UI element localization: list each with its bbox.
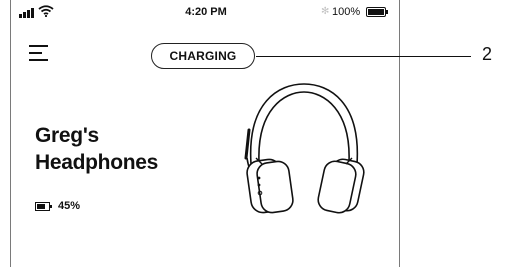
phone-screen: 4:20 PM ✻ 100% CHARGING Greg's Headphone…	[10, 0, 400, 267]
bluetooth-icon: ✻	[321, 6, 330, 17]
device-battery-icon	[35, 201, 52, 211]
charging-status-badge: CHARGING	[151, 43, 255, 69]
status-battery-percent: 100%	[332, 6, 361, 18]
battery-icon	[366, 7, 388, 17]
device-battery-percent: 45%	[58, 200, 81, 212]
hamburger-menu-icon[interactable]	[29, 45, 49, 61]
device-name-line2: Headphones	[35, 151, 159, 174]
device-name-line1: Greg's	[35, 124, 99, 147]
status-bar: 4:20 PM ✻ 100%	[11, 0, 399, 26]
callout-number: 2	[482, 44, 493, 64]
device-name: Greg's Headphones	[35, 122, 215, 176]
headphones-icon[interactable]	[229, 72, 379, 222]
callout-line	[256, 56, 471, 57]
signal-icon	[19, 8, 35, 18]
wifi-icon	[38, 5, 54, 17]
device-battery: 45%	[35, 200, 80, 212]
status-time: 4:20 PM	[185, 6, 227, 18]
